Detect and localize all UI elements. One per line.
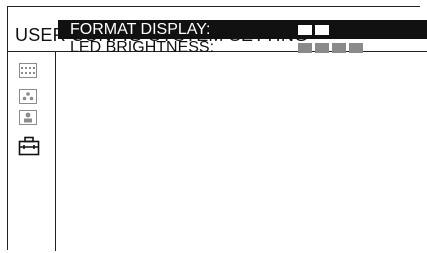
format-display-label: FORMAT DISPLAY: bbox=[70, 21, 211, 38]
level-segment bbox=[315, 43, 329, 53]
menu-item-led-brightness[interactable]: LED BRIGHTNESS: bbox=[58, 38, 427, 57]
format-display-level-meter bbox=[298, 25, 329, 35]
level-segment bbox=[315, 25, 329, 35]
grid-dots-icon bbox=[21, 67, 35, 74]
level-segment bbox=[298, 25, 312, 35]
led-brightness-level-meter bbox=[298, 43, 363, 53]
level-segment bbox=[298, 43, 312, 53]
tab-person[interactable] bbox=[19, 110, 37, 125]
led-brightness-label: LED BRIGHTNESS: bbox=[70, 39, 215, 56]
menu-item-format-display[interactable]: FORMAT DISPLAY: bbox=[58, 20, 427, 39]
person-icon bbox=[24, 112, 32, 123]
dots-cluster-icon bbox=[22, 92, 34, 101]
level-segment bbox=[349, 43, 363, 53]
category-sidebar bbox=[8, 52, 56, 251]
tab-grid-dots[interactable] bbox=[19, 63, 37, 78]
tab-dots-cluster[interactable] bbox=[19, 89, 37, 104]
tab-toolbox[interactable] bbox=[18, 136, 40, 156]
toolbox-icon bbox=[18, 136, 40, 156]
osd-menu-panel: USER CONFIG-SYSTEM SETTING bbox=[7, 6, 427, 251]
level-segment bbox=[332, 43, 346, 53]
